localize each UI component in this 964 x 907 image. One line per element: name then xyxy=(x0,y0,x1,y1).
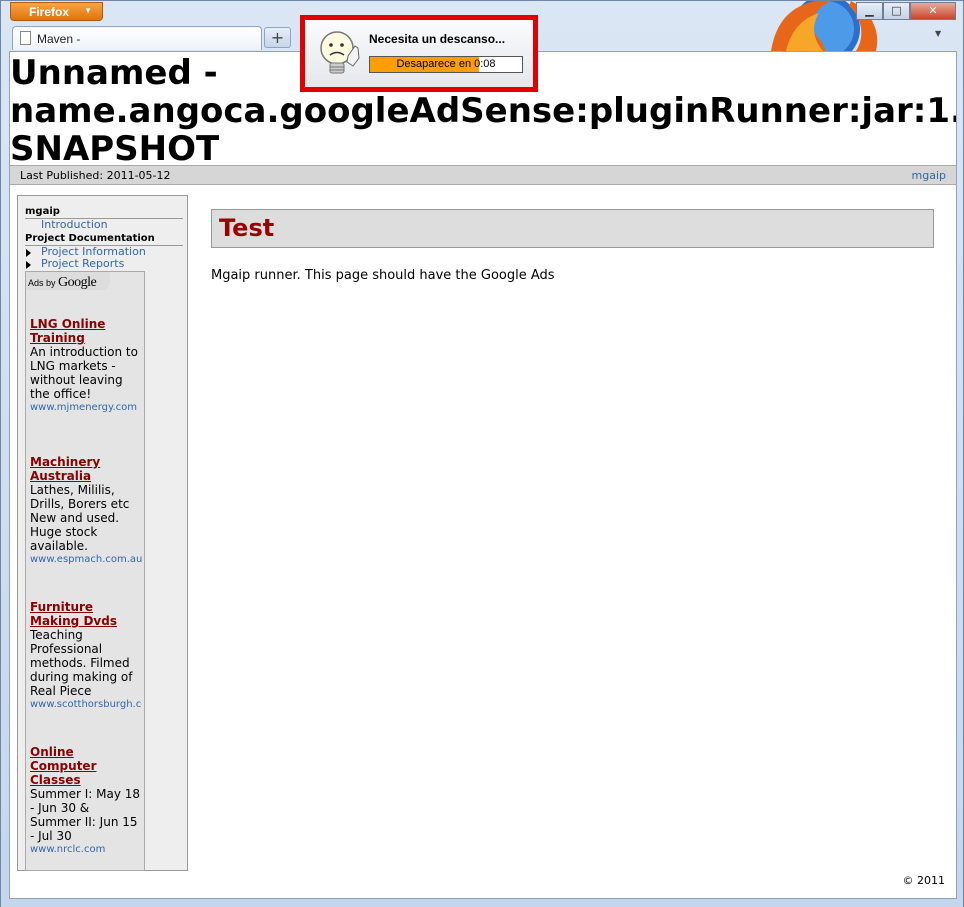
ad-title-link[interactable]: Furniture Making Dvds xyxy=(30,600,142,628)
menu-group-title: Project Documentation xyxy=(25,233,155,244)
breadcrumb: Last Published: 2011-05-12 mgaip xyxy=(10,165,956,185)
copyright-footer: © 2011 xyxy=(902,874,946,887)
page-content: Unnamed - name.angoca.googleAdSense:plug… xyxy=(9,51,957,899)
plus-icon: + xyxy=(270,28,285,47)
chevron-down-icon: ▼ xyxy=(84,6,92,15)
tab-title: Maven - xyxy=(37,32,81,46)
ad-title-link[interactable]: Machinery Australia xyxy=(30,455,142,483)
section-title: Test xyxy=(219,214,275,242)
menu-item-project-reports[interactable]: Project Reports xyxy=(18,258,187,270)
minimize-button[interactable]: ▁ xyxy=(856,2,883,20)
firefox-menu-button[interactable]: Firefox ▼ xyxy=(10,2,103,21)
new-tab-button[interactable]: + xyxy=(264,27,291,48)
ad-text: An introduction to LNG markets - without… xyxy=(30,345,138,401)
ad-item: Machinery Australia Lathes, Mililis, Dri… xyxy=(30,455,142,567)
google-ads-panel: Ads by Google LNG Online Training An int… xyxy=(25,271,145,871)
ad-title-link[interactable]: Online Computer Classes xyxy=(30,745,142,787)
left-column: mgaip Introduction Project Documentation… xyxy=(17,195,188,871)
section-heading: Test xyxy=(211,209,934,248)
ad-text: Summer I: May 18 - Jun 30 & Summer II: J… xyxy=(30,787,141,843)
maximize-icon: □ xyxy=(891,4,902,17)
popup-title: Necesita un descanso... xyxy=(369,32,506,46)
status-bar xyxy=(1,900,963,907)
ad-url-link[interactable]: www.nrclc.com xyxy=(30,843,142,857)
ad-item: LNG Online Training An introduction to L… xyxy=(30,317,142,415)
close-button[interactable]: ✕ xyxy=(910,2,956,20)
countdown-progress-bar: Desaparece en 0:08 xyxy=(369,56,523,73)
ads-by-google-badge[interactable]: Ads by Google xyxy=(26,272,110,290)
ad-text: Teaching Professional methods. Filmed du… xyxy=(30,628,133,698)
maximize-button[interactable]: □ xyxy=(883,2,910,20)
document-icon xyxy=(20,31,31,45)
browser-window: Firefox ▼ Maven - + ▁ □ ✕ ▼ Unnamed - na… xyxy=(0,0,964,907)
ad-title-link[interactable]: LNG Online Training xyxy=(30,317,142,345)
ad-item: Online Computer Classes Summer I: May 18… xyxy=(30,745,142,857)
countdown-label: Desaparece en 0:08 xyxy=(396,58,496,70)
lightbulb-face-icon xyxy=(315,28,365,80)
expand-arrow-icon xyxy=(26,249,31,257)
minimize-icon: ▁ xyxy=(865,4,874,17)
tab-maven[interactable]: Maven - xyxy=(12,26,262,50)
body-paragraph: Mgaip runner. This page should have the … xyxy=(211,268,555,283)
firefox-menu-label: Firefox xyxy=(29,5,70,19)
break-reminder-popup[interactable]: Necesita un descanso... Desaparece en 0:… xyxy=(300,15,538,92)
expand-arrow-icon xyxy=(26,261,31,269)
ad-url-link[interactable]: www.mjmenergy.com xyxy=(30,401,142,415)
last-published: Last Published: 2011-05-12 xyxy=(20,169,171,182)
ad-url-link[interactable]: www.espmach.com.au xyxy=(30,553,142,567)
menu-group-title: mgaip xyxy=(25,206,60,217)
menu-item-introduction[interactable]: Introduction xyxy=(18,219,187,231)
ad-text: Lathes, Mililis, Drills, Borers etc New … xyxy=(30,483,130,553)
ad-url-link[interactable]: www.scotthorsburgh.com xyxy=(30,698,142,712)
list-all-tabs-icon[interactable]: ▼ xyxy=(935,29,941,38)
project-link[interactable]: mgaip xyxy=(912,169,946,182)
close-icon: ✕ xyxy=(928,4,938,17)
ad-item: Furniture Making Dvds Teaching Professio… xyxy=(30,600,142,712)
